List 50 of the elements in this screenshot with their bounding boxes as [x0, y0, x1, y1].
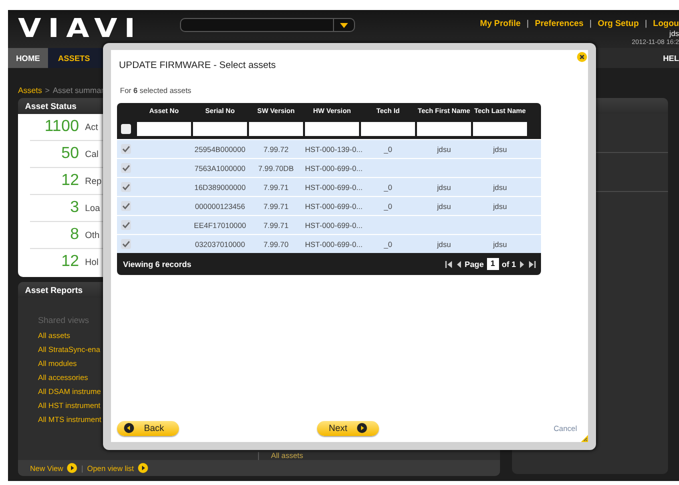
play-icon[interactable] — [67, 463, 78, 473]
record-count: Viewing 6 records — [123, 260, 192, 268]
checkbox[interactable] — [121, 163, 131, 173]
filter-field[interactable] — [361, 122, 415, 136]
header-link[interactable]: My Profile — [480, 18, 521, 28]
section-heading: Shared views — [38, 315, 90, 325]
filter-field[interactable] — [137, 122, 191, 136]
back-button[interactable]: Back — [117, 420, 179, 436]
checkbox[interactable] — [121, 220, 131, 230]
status-label: Loa — [85, 203, 100, 213]
next-page-icon[interactable] — [519, 260, 525, 268]
breadcrumb-link[interactable]: Assets — [18, 86, 42, 96]
last-page-icon[interactable] — [528, 260, 536, 268]
filter-field[interactable] — [193, 122, 247, 136]
close-icon[interactable] — [577, 52, 587, 62]
header-link[interactable]: Preferences — [534, 18, 584, 28]
link-separator: | — [590, 18, 592, 28]
nav-tab[interactable]: HOME — [8, 48, 48, 68]
checkbox[interactable] — [121, 182, 131, 192]
status-label: Rep — [85, 176, 102, 186]
breadcrumb-separator: > — [45, 86, 50, 96]
checkbox[interactable] — [121, 201, 131, 211]
checkbox[interactable] — [121, 124, 131, 134]
filter-field[interactable] — [417, 122, 471, 136]
checkbox[interactable] — [121, 144, 131, 154]
status-label: Hol — [85, 257, 99, 267]
filter-field[interactable] — [249, 122, 303, 136]
next-button[interactable]: Next — [317, 420, 379, 436]
dropdown-field[interactable] — [180, 18, 355, 32]
status-label: Act — [85, 122, 98, 132]
link-separator: | — [644, 18, 648, 28]
filter-field[interactable] — [305, 122, 359, 136]
previous-page-icon[interactable] — [456, 260, 462, 268]
page-label: Page — [464, 260, 484, 268]
header-link[interactable]: Logou — [653, 18, 679, 28]
status-label: Cal — [85, 149, 99, 159]
first-page-icon[interactable] — [444, 260, 453, 268]
nav-tab[interactable]: HEL — [663, 48, 679, 68]
page-field[interactable]: 1 — [486, 258, 499, 270]
logo: VIAVI — [18, 14, 142, 44]
caret-icon — [340, 22, 348, 28]
checkbox[interactable] — [121, 239, 131, 249]
status-label: Oth — [85, 230, 100, 240]
header-link[interactable]: Org Setup — [598, 18, 639, 28]
page-total: of 1 — [502, 260, 516, 268]
play-icon[interactable] — [138, 463, 148, 473]
filter-field[interactable] — [473, 122, 527, 136]
dialog-title: UPDATE FIRMWARE - Select assets — [119, 60, 277, 71]
link-separator: | — [526, 18, 529, 28]
resize-grip-icon[interactable] — [581, 435, 588, 442]
